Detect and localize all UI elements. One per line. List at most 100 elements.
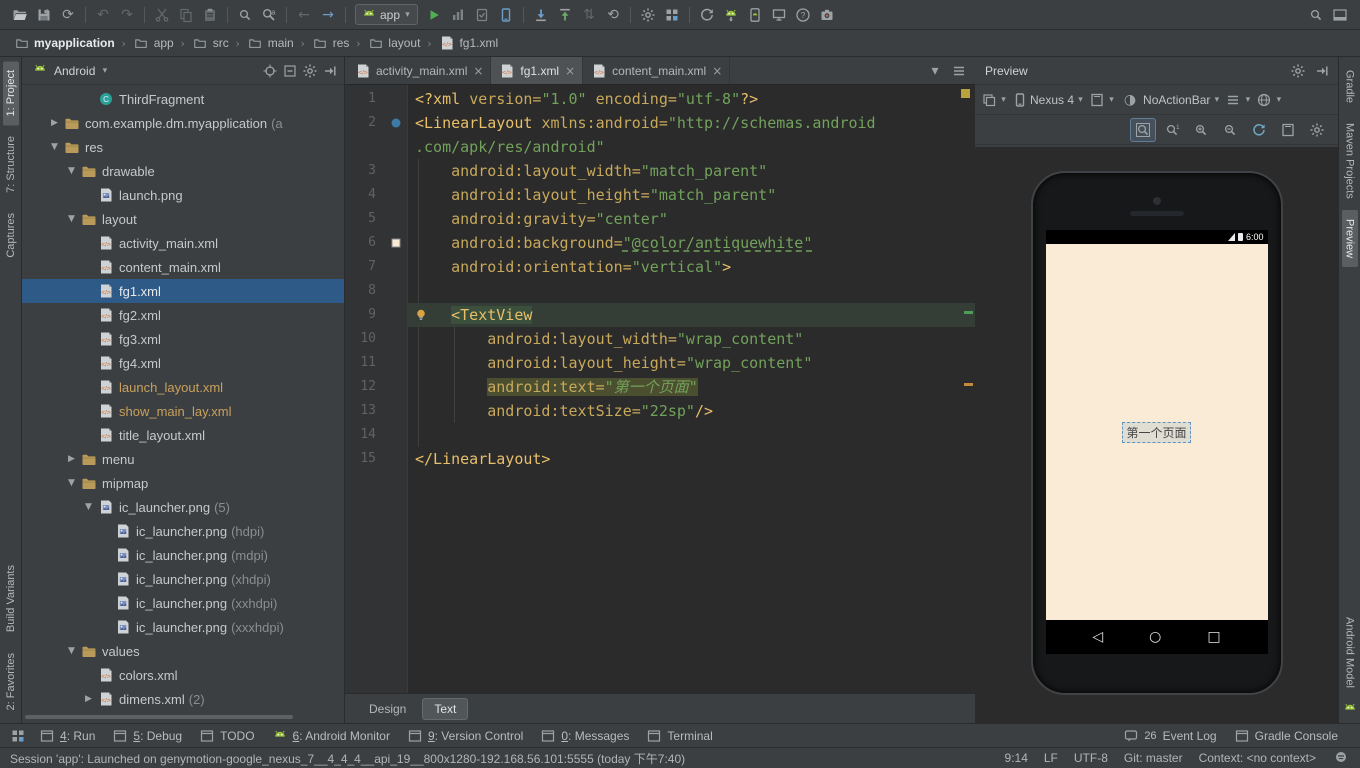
code-line[interactable]: 11 android:layout_height="wrap_content" [345, 351, 975, 375]
textview-preview[interactable]: 第一个页面 [1122, 421, 1191, 443]
switcher-icon[interactable] [6, 725, 30, 747]
preview-frame-screen-button[interactable] [1275, 118, 1301, 142]
paste-icon[interactable] [198, 4, 222, 26]
code-line[interactable]: 6 android:background="@color/antiquewhit… [345, 231, 975, 255]
tree-item-mipmap[interactable]: ▼ mipmap [22, 471, 344, 495]
hide-panel-icon[interactable] [320, 62, 340, 80]
tool-button-captures[interactable]: Captures [3, 204, 19, 267]
project-view-selector[interactable]: Android [54, 64, 95, 78]
list-menu-icon[interactable] [947, 60, 971, 82]
run-icon[interactable] [422, 4, 446, 26]
device-preview-frame[interactable]: 6:00 第一个页面 ◁ ○ □ [1030, 171, 1283, 695]
hector-icon[interactable] [1332, 749, 1350, 765]
tool-button-preview[interactable]: Preview [1341, 209, 1358, 267]
find-icon[interactable] [233, 4, 257, 26]
back-nav-icon[interactable]: ◁ [1092, 629, 1103, 645]
collapse-all-icon[interactable] [280, 62, 300, 80]
tree-item-fg4-xml[interactable]: </> fg4.xml [22, 351, 344, 375]
coverage-icon[interactable] [470, 4, 494, 26]
tree-item-res[interactable]: ▼ res [22, 135, 344, 159]
preview-refresh-preview-button[interactable] [1246, 118, 1272, 142]
preview-frame-screen-selector[interactable]: ▾ [1087, 89, 1117, 111]
capture-icon[interactable] [815, 4, 839, 26]
tool-button-2-favorites[interactable]: 2: Favorites [3, 644, 19, 719]
tree-item-dimens-xml-2[interactable]: ▶ </> dimens.xml (2) [22, 687, 344, 711]
code-line[interactable]: 8 [345, 279, 975, 303]
code-line[interactable]: 10 android:layout_width="wrap_content" [345, 327, 975, 351]
help-icon[interactable]: ? [791, 4, 815, 26]
undo-icon[interactable]: ↶ [91, 4, 115, 26]
history-icon[interactable]: ⟲ [601, 4, 625, 26]
right-arrow-icon[interactable]: ▶ [64, 454, 79, 464]
tool-button-maven-projects[interactable]: Maven Projects [1342, 114, 1358, 208]
vcs-commit-icon[interactable] [553, 4, 577, 26]
android-head-icon[interactable] [1340, 699, 1360, 719]
preview-mag-100-button[interactable]: 1 [1159, 118, 1185, 142]
tree-item-show-main-lay-xml[interactable]: </> show_main_lay.xml [22, 399, 344, 423]
down-arrow-icon[interactable]: ▼ [64, 646, 79, 656]
preview-settings-button[interactable] [1304, 118, 1330, 142]
tree-item-ic-launcher-png-xxhdpi[interactable]: ic_launcher.png (xxhdpi) [22, 591, 344, 615]
chevron-down-icon[interactable]: ▾ [923, 60, 947, 82]
tree-item-content-main-xml[interactable]: </> content_main.xml [22, 255, 344, 279]
editor-tab-fg1-xml[interactable]: </> fg1.xml × [491, 57, 584, 84]
caret-position[interactable]: 9:14 [1005, 751, 1028, 765]
tool-window-button-4-run[interactable]: 4: Run [38, 728, 95, 744]
tree-item-launch-png[interactable]: launch.png [22, 183, 344, 207]
tool-button-7-structure[interactable]: 7: Structure [3, 127, 19, 202]
back-icon[interactable]: ← [292, 4, 316, 26]
encoding-indicator[interactable]: UTF-8 [1074, 751, 1108, 765]
tree-item-colors-xml[interactable]: </> colors.xml [22, 663, 344, 687]
code-line[interactable]: 13 android:textSize="22sp"/> [345, 399, 975, 423]
tree-item-fg3-xml[interactable]: </> fg3.xml [22, 327, 344, 351]
breadcrumb-src[interactable]: src [189, 35, 232, 51]
down-arrow-icon[interactable]: ▼ [64, 214, 79, 224]
tool-window-button-event-log[interactable]: 26 Event Log [1122, 728, 1217, 744]
breadcrumb-app[interactable]: app [130, 35, 177, 51]
editor-tab-content-main-xml[interactable]: </> content_main.xml × [583, 57, 731, 84]
tool-window-button-gradle-console[interactable]: Gradle Console [1233, 728, 1338, 744]
preview-mag-fit-button[interactable] [1130, 117, 1156, 142]
down-arrow-icon[interactable]: ▼ [81, 502, 96, 512]
editor-mode-tab-text[interactable]: Text [422, 697, 469, 720]
stripe-mark-green[interactable] [964, 311, 973, 314]
tree-item-ic-launcher-png-hdpi[interactable]: ic_launcher.png (hdpi) [22, 519, 344, 543]
hide-panel-icon[interactable] [1310, 60, 1334, 82]
home-nav-icon[interactable]: ○ [1149, 629, 1161, 645]
down-arrow-icon[interactable]: ▼ [47, 142, 62, 152]
tool-window-button-9-version-control[interactable]: 9: Version Control [406, 728, 523, 744]
tree-item-menu[interactable]: ▶ menu [22, 447, 344, 471]
tree-item-ic-launcher-png-xhdpi[interactable]: ic_launcher.png (xhdpi) [22, 567, 344, 591]
tree-item-activity-main-xml[interactable]: </> activity_main.xml [22, 231, 344, 255]
open-project-icon[interactable] [8, 4, 32, 26]
down-arrow-icon[interactable]: ▼ [64, 166, 79, 176]
copy-icon[interactable] [174, 4, 198, 26]
code-line[interactable]: 5 android:gravity="center" [345, 207, 975, 231]
preview-nexus-4-selector[interactable]: Nexus 4 ▾ [1010, 89, 1086, 111]
tree-item-values[interactable]: ▼ values [22, 639, 344, 663]
panel-toggle-icon[interactable] [1328, 4, 1352, 26]
editor-tab-activity-main-xml[interactable]: </> activity_main.xml × [347, 57, 492, 84]
code-line[interactable]: 14 [345, 423, 975, 447]
tree-item-ic-launcher-png-xxxhdpi[interactable]: ic_launcher.png (xxxhdpi) [22, 615, 344, 639]
color-swatch-icon[interactable] [388, 235, 404, 251]
recents-nav-icon[interactable]: □ [1207, 629, 1220, 645]
breadcrumb-layout[interactable]: layout [364, 35, 423, 51]
sdk-manager-icon[interactable] [719, 4, 743, 26]
settings-icon[interactable] [1286, 60, 1310, 82]
tool-window-button-5-debug[interactable]: 5: Debug [111, 728, 182, 744]
editor-mode-tab-design[interactable]: Design [357, 698, 418, 720]
attach-device-icon[interactable] [494, 4, 518, 26]
breadcrumb-fg1-xml[interactable]: </> fg1.xml [435, 35, 501, 51]
tree-item-ic-launcher-png-mdpi[interactable]: ic_launcher.png (mdpi) [22, 543, 344, 567]
settings-icon[interactable] [300, 62, 320, 80]
gradle-sync-icon[interactable] [695, 4, 719, 26]
preview-globe-selector[interactable]: ▾ [1254, 89, 1284, 111]
preview-layers-selector[interactable]: ▾ [979, 89, 1009, 111]
tool-button-android-model[interactable]: Android Model [1342, 608, 1358, 697]
breadcrumb-myapplication[interactable]: myapplication [10, 35, 118, 51]
stripe-mark-orange[interactable] [964, 383, 973, 386]
vcs-branch[interactable]: Git: master [1124, 751, 1183, 765]
close-icon[interactable]: × [712, 64, 722, 78]
preview-list-menu-selector[interactable]: ▾ [1223, 89, 1253, 111]
